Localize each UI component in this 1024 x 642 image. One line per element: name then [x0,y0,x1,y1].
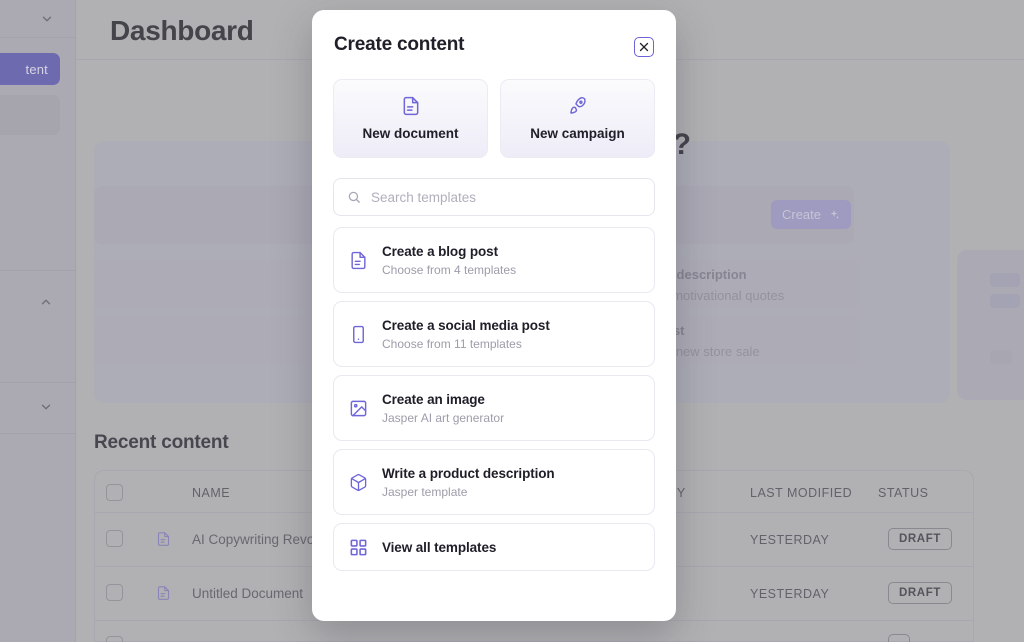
search-templates-box[interactable] [333,178,655,216]
document-icon [349,251,368,270]
image-icon [349,399,368,418]
modal-header: Create content [312,10,676,57]
modal-title: Create content [334,34,464,56]
template-item-product-description[interactable]: Write a product description Jasper templ… [333,449,655,515]
template-list: Create a blog post Choose from 4 templat… [312,216,676,571]
template-subtitle: Jasper AI art generator [382,411,504,425]
template-subtitle: Jasper template [382,485,555,499]
template-title: Create a blog post [382,244,516,259]
new-document-label: New document [362,126,458,141]
template-subtitle: Choose from 4 templates [382,263,516,277]
template-title: Create a social media post [382,318,550,333]
mobile-icon [349,325,368,344]
rocket-icon [568,96,588,116]
document-icon [401,96,421,116]
template-item-view-all[interactable]: View all templates [333,523,655,571]
primary-create-options: New document New campaign [312,57,676,158]
close-icon[interactable] [634,37,654,57]
new-campaign-card[interactable]: New campaign [500,79,655,158]
grid-icon [349,538,368,557]
template-item-social-media-post[interactable]: Create a social media post Choose from 1… [333,301,655,367]
search-input[interactable] [371,190,641,205]
create-content-modal: Create content New document New campaign [312,10,676,621]
template-title: Write a product description [382,466,555,481]
new-document-card[interactable]: New document [333,79,488,158]
template-item-create-image[interactable]: Create an image Jasper AI art generator [333,375,655,441]
template-subtitle: Choose from 11 templates [382,337,550,351]
new-campaign-label: New campaign [530,126,625,141]
template-title: Create an image [382,392,504,407]
app-root: tent Dashboard o create? Create n descri… [0,0,1024,642]
search-section [312,158,676,216]
search-icon [347,190,361,204]
template-title: View all templates [382,540,496,555]
template-item-blog-post[interactable]: Create a blog post Choose from 4 templat… [333,227,655,293]
cube-icon [349,473,368,492]
